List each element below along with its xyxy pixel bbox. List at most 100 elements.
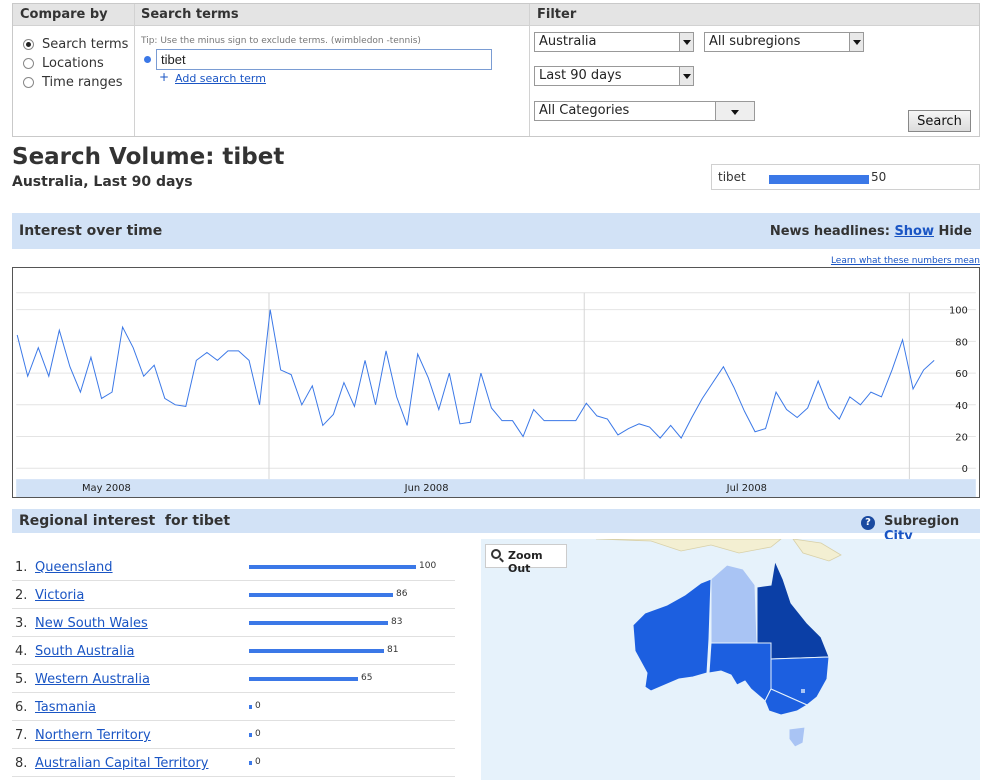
region-value-bar [249,649,384,653]
y-tick-label: 100 [949,306,968,317]
term-volume-legend: tibet 50 [711,164,980,190]
y-tick-label: 60 [955,369,968,380]
region-row: 7. Northern Territory 0 [12,721,455,749]
region-name-link[interactable]: Western Australia [35,672,150,687]
y-tick-label: 80 [955,337,968,348]
northern-territory-region[interactable] [710,564,758,644]
region-name-link[interactable]: Tasmania [35,700,96,715]
radio-search-terms[interactable]: Search terms [23,35,128,53]
category-dropdown-arrow-icon[interactable] [715,101,755,121]
y-tick-label: 20 [955,432,968,443]
x-month-label: Jul 2008 [726,483,767,494]
radio-label: Time ranges [42,74,123,90]
category-select-value: All Categories [539,103,630,118]
chart-timeline-band [16,479,976,497]
region-value: 65 [361,673,373,683]
region-row: 4. South Australia 81 [12,637,455,665]
indonesia-landmass [595,539,782,554]
news-show-link[interactable]: Show [894,224,934,239]
region-row: 6. Tasmania 0 [12,693,455,721]
radio-icon[interactable] [23,57,34,69]
radio-time-ranges[interactable]: Time ranges [23,73,123,91]
subregion-select[interactable]: All subregions [704,32,864,52]
radio-label: Search terms [42,36,129,52]
region-map[interactable] [481,539,980,780]
region-title: Regional interest for tibet [19,513,231,529]
x-month-label: May 2008 [82,483,131,494]
region-value-bar [249,593,393,597]
region-row: 8. Australian Capital Territory 0 [12,749,455,777]
region-value-bar [249,565,416,569]
filter-header: Filter [537,7,577,22]
zoom-handle-icon [499,557,504,563]
australian-capital-territory-region[interactable] [801,689,805,693]
region-value: 0 [255,701,261,711]
radio-icon[interactable] [23,76,34,88]
region-value: 81 [387,645,399,655]
region-name-link[interactable]: Victoria [35,588,84,603]
learn-numbers-link[interactable]: Learn what these numbers mean [831,256,980,266]
interest-series-line [16,309,935,440]
western-australia-region[interactable] [632,578,712,692]
x-month-label: Jun 2008 [404,483,449,494]
dropdown-arrow-icon[interactable] [679,67,693,85]
region-row: 1. Queensland 100 [12,553,455,581]
region-name-link[interactable]: South Australia [35,644,134,659]
country-select-value: Australia [539,34,597,49]
region-row: 5. Western Australia 65 [12,665,455,693]
subregion-select-value: All subregions [709,34,801,49]
page-title: Search Volume: tibet [12,144,285,170]
region-value-bar [249,621,388,625]
legend-term: tibet [718,170,746,184]
time-range-select[interactable]: Last 90 days [534,66,694,86]
page-subtitle: Australia, Last 90 days [12,174,193,190]
region-rank: 5. [15,672,28,687]
country-select[interactable]: Australia [534,32,694,52]
add-search-term-link[interactable]: Add search term [175,72,266,85]
search-terms-header: Search terms [141,7,239,22]
region-rank: 7. [15,728,28,743]
radio-selected-icon[interactable] [23,38,34,50]
subregion-label: Subregion [884,514,960,529]
column-divider [134,4,135,136]
radio-locations[interactable]: Locations [23,54,104,72]
news-headlines-toggle: News headlines: Show Hide [770,224,972,239]
y-tick-label: 0 [962,464,968,475]
category-select[interactable]: All Categories [534,101,716,121]
region-section-bar: Regional interest for tibet ? Subregion … [12,509,980,544]
zoom-out-button[interactable]: Zoom Out [485,544,567,575]
region-rank: 1. [15,560,28,575]
region-rank: 8. [15,756,28,771]
search-form-panel: Compare by Search terms Filter Search te… [12,3,980,137]
region-value: 86 [396,589,408,599]
region-row: 2. Victoria 86 [12,581,455,609]
region-rank: 4. [15,644,28,659]
south-australia-region[interactable] [708,642,772,702]
term-color-dot-icon [144,56,151,63]
form-header-row: Compare by Search terms Filter [13,4,979,26]
help-icon[interactable]: ? [861,516,875,530]
region-value-bar [249,677,358,681]
search-button[interactable]: Search [908,110,971,132]
interest-line-chart: 0 20 40 60 80 100 May 2008 Jun 2008 Jul 2008 [12,267,980,498]
zoom-out-label: Zoom Out [508,549,543,575]
region-name-link[interactable]: Queensland [35,560,113,575]
tasmania-region[interactable] [788,726,806,748]
interest-title: Interest over time [19,223,163,239]
region-name-link[interactable]: Northern Territory [35,728,151,743]
region-value: 0 [255,729,261,739]
region-name-link[interactable]: Australian Capital Territory [35,756,208,771]
region-value-bar [249,705,252,709]
papua-landmass [792,539,842,562]
region-name-link[interactable]: New South Wales [35,616,148,631]
legend-volume-value: 50 [871,170,887,184]
region-value: 0 [255,757,261,767]
region-value: 100 [419,561,437,571]
dropdown-arrow-icon[interactable] [849,33,863,51]
region-row: 3. New South Wales 83 [12,609,455,637]
search-term-input[interactable] [156,49,492,70]
plus-icon[interactable]: + [159,70,169,84]
search-tip: Tip: Use the minus sign to exclude terms… [141,36,421,46]
dropdown-arrow-icon[interactable] [679,33,693,51]
news-hide-label: Hide [938,224,972,239]
